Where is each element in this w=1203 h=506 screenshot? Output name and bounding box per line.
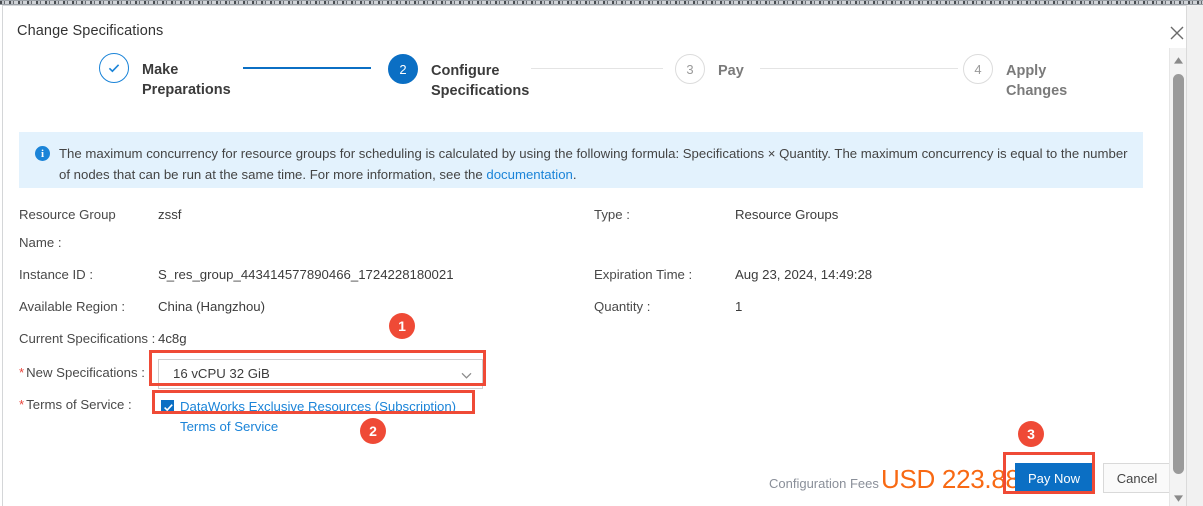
quantity-value: 1: [735, 299, 743, 314]
step-4-label: Apply Changes: [1006, 63, 1068, 99]
terms-of-service-label: * Terms of Service :: [19, 391, 132, 419]
stepper: Make Preparations 2 Configure Specificat…: [3, 6, 1202, 126]
background-noise: [0, 1, 1203, 4]
expiration-time-label: Expiration Time :: [594, 267, 693, 282]
window-right-edge: [1186, 5, 1203, 506]
type-value: Resource Groups: [735, 207, 839, 222]
step-2-circle[interactable]: 2: [388, 54, 418, 84]
new-specifications-required-marker: *: [19, 365, 25, 380]
new-specifications-selected-value: 16 vCPU 32 GiB: [173, 366, 270, 381]
step-2-number: 2: [399, 61, 407, 77]
screenshot-root: Change Specifications Make Preparations …: [0, 0, 1203, 506]
type-label: Type :: [594, 207, 630, 222]
available-region-value: China (Hangzhou): [158, 299, 266, 314]
step-connector-3-4: [760, 68, 958, 69]
configuration-fees-amount: USD 223.88: [881, 464, 1020, 494]
checkmark-icon: [164, 404, 173, 412]
current-specifications-label: Current Specifications :: [19, 331, 156, 346]
documentation-link[interactable]: documentation: [486, 167, 573, 182]
info-banner-text: The maximum concurrency for resource gro…: [59, 143, 1131, 185]
step-3-circle[interactable]: 3: [675, 54, 705, 84]
resource-group-name-value: zssf: [158, 207, 182, 222]
expiration-time-value: Aug 23, 2024, 14:49:28: [735, 267, 873, 282]
scroll-down-arrow-icon[interactable]: [1173, 491, 1184, 502]
step-4-circle[interactable]: 4: [963, 54, 993, 84]
step-1-circle[interactable]: [99, 53, 129, 83]
info-banner: i The maximum concurrency for resource g…: [19, 132, 1143, 188]
step-connector-2-3: [531, 68, 663, 69]
scroll-up-arrow-icon[interactable]: [1173, 53, 1184, 64]
new-specifications-label-text: New Specifications :: [26, 365, 145, 380]
configuration-fees-label: Configuration Fees: [769, 476, 879, 491]
step-4-number: 4: [974, 61, 982, 77]
scrollbar-thumb[interactable]: [1173, 74, 1184, 474]
instance-id-value: S_res_group_443414577890466_172422818002…: [158, 267, 454, 282]
info-text-part-1: The maximum concurrency for resource gro…: [59, 146, 1128, 182]
info-icon: i: [35, 146, 50, 161]
chevron-down-icon: [460, 369, 473, 382]
vertical-scrollbar[interactable]: [1169, 48, 1186, 506]
current-specifications-value: 4c8g: [158, 331, 187, 346]
quantity-label: Quantity :: [594, 299, 651, 314]
available-region-label: Available Region :: [19, 299, 126, 314]
terms-of-service-checkbox[interactable]: [161, 400, 174, 413]
change-specifications-dialog: Change Specifications Make Preparations …: [2, 5, 1201, 506]
step-connector-1-2: [243, 67, 371, 69]
step-3-label: Pay: [718, 63, 744, 79]
pay-now-button[interactable]: Pay Now: [1015, 463, 1093, 493]
terms-required-marker: *: [19, 397, 25, 412]
terms-label-text: Terms of Service :: [26, 397, 132, 412]
terms-of-service-link[interactable]: DataWorks Exclusive Resources (Subscript…: [180, 397, 480, 437]
new-specifications-label: * New Specifications :: [19, 359, 145, 387]
info-text-part-2: .: [572, 167, 577, 182]
cancel-button[interactable]: Cancel: [1103, 463, 1171, 493]
step-1-label: Make Preparations: [142, 62, 231, 98]
step-2-label: Configure Specifications: [431, 63, 530, 99]
resource-group-name-label: Resource Group Name :: [19, 207, 116, 250]
new-specifications-select[interactable]: 16 vCPU 32 GiB: [158, 359, 483, 389]
step-3-number: 3: [686, 61, 694, 77]
instance-id-label: Instance ID :: [19, 267, 94, 282]
